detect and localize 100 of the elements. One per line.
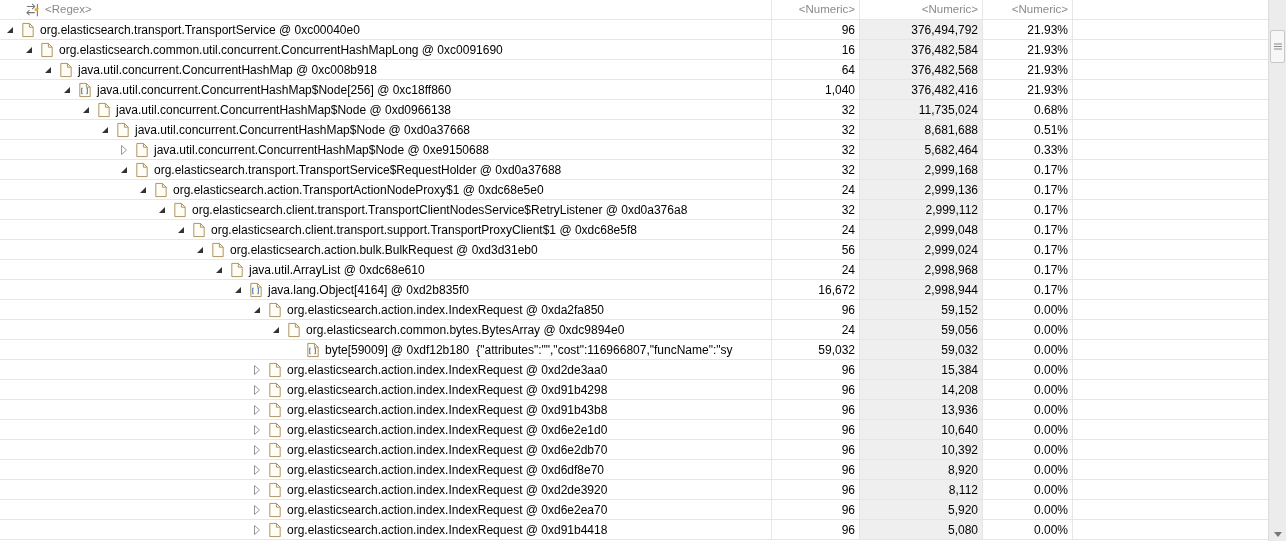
table-cell-text: 0.33% xyxy=(1033,141,1068,159)
scroll-down-icon[interactable] xyxy=(1273,532,1282,537)
object-label[interactable]: org.elasticsearch.action.index.IndexRequest @ 0xd91b4298 xyxy=(287,380,608,399)
object-label[interactable]: java.util.concurrent.ConcurrentHashMap$Node @ 0xd0a37668 xyxy=(135,120,471,139)
table-cell-text: 16,672 xyxy=(818,281,855,299)
filter-field[interactable]: <Regex> xyxy=(0,0,772,19)
table-cell-text: 15,384 xyxy=(941,361,978,379)
table-cell-text: 8,681,688 xyxy=(924,121,978,139)
table-cell-text: 32 xyxy=(841,161,855,179)
table-cell-text: 5,682,464 xyxy=(924,141,978,159)
object-label[interactable]: org.elasticsearch.client.transport.TransportClientNodesService$RetryListener @ 0xd0a376a8 xyxy=(192,200,688,219)
object-label[interactable]: org.elasticsearch.transport.TransportService$RequestHolder @ 0xd0a37688 xyxy=(154,160,562,179)
table-cell-text: 8,920 xyxy=(947,461,978,479)
table-cell-text: 0.00% xyxy=(1033,421,1068,439)
expand-toggle-icon[interactable] xyxy=(251,383,263,396)
table-cell-text: 96 xyxy=(841,21,855,39)
filter-icon xyxy=(26,1,40,18)
table-cell-text: 5,920 xyxy=(947,501,978,519)
table-cell-text: 2,998,944 xyxy=(924,281,978,299)
table-cell-text: 5,080 xyxy=(947,521,978,539)
filter-field[interactable]: <Numeric> xyxy=(860,0,983,19)
object-label[interactable]: org.elasticsearch.action.index.IndexRequest @ 0xd6e2db70 xyxy=(287,440,608,459)
table-cell-text: 0.17% xyxy=(1033,201,1068,219)
table-cell-text: 96 xyxy=(841,421,855,439)
table-cell-text: 59,032 xyxy=(941,341,978,359)
table-cell-text: 24 xyxy=(841,321,855,339)
scrollbar-thumb[interactable] xyxy=(1270,30,1285,63)
object-label[interactable]: org.elasticsearch.common.util.concurrent.ConcurrentHashMapLong @ 0xc0091690 xyxy=(59,40,503,59)
table-cell-text: 2,999,136 xyxy=(924,181,978,199)
table-cell-text: 0.00% xyxy=(1033,441,1068,459)
table-cell-text: 32 xyxy=(841,121,855,139)
table-cell-text: 10,640 xyxy=(941,421,978,439)
table-cell-text: 59,152 xyxy=(941,301,978,319)
object-label[interactable]: java.util.concurrent.ConcurrentHashMap$Node @ 0xd0966138 xyxy=(116,100,452,119)
expand-toggle-icon[interactable] xyxy=(251,403,263,416)
filter-field[interactable]: <Numeric> xyxy=(983,0,1073,19)
table-cell-text: 32 xyxy=(841,141,855,159)
table-cell-text: 376,482,584 xyxy=(911,41,978,59)
table-cell-text: 0.17% xyxy=(1033,161,1068,179)
table-cell-text: 21.93% xyxy=(1027,41,1068,59)
expand-toggle-icon[interactable] xyxy=(251,363,263,376)
object-label[interactable]: org.elasticsearch.action.index.IndexRequest @ 0xd6e2e1d0 xyxy=(287,420,608,439)
table-cell-text: 0.00% xyxy=(1033,481,1068,499)
table-cell-text: 0.17% xyxy=(1033,281,1068,299)
expand-toggle-icon[interactable] xyxy=(251,483,263,496)
object-label[interactable]: java.util.concurrent.ConcurrentHashMap @ 0xc008b918 xyxy=(78,60,377,79)
object-label[interactable]: org.elasticsearch.common.bytes.BytesArray @ 0xdc9894e0 xyxy=(306,320,625,339)
table-cell-text: 59,056 xyxy=(941,321,978,339)
expand-toggle-icon[interactable] xyxy=(251,423,263,436)
object-label[interactable]: java.util.concurrent.ConcurrentHashMap$Node @ 0xe9150688 xyxy=(154,140,490,159)
expand-toggle-icon[interactable] xyxy=(251,463,263,476)
expand-toggle-icon[interactable] xyxy=(251,503,263,516)
object-label[interactable]: java.lang.Object[4164] @ 0xd2b835f0 xyxy=(268,280,469,299)
table-cell-text: 0.17% xyxy=(1033,181,1068,199)
table-cell-text: 0.00% xyxy=(1033,501,1068,519)
table-cell-text: 32 xyxy=(841,101,855,119)
table-cell-text: 59,032 xyxy=(818,341,855,359)
table-cell-text: 0.00% xyxy=(1033,341,1068,359)
table-cell-text: 24 xyxy=(841,261,855,279)
table-cell-text: 376,482,416 xyxy=(911,81,978,99)
object-label[interactable]: org.elasticsearch.action.bulk.BulkRequest @ 0xd3d31eb0 xyxy=(230,240,538,259)
object-label[interactable]: java.util.concurrent.ConcurrentHashMap$Node[256] @ 0xc18ff860 xyxy=(97,80,452,99)
filter-field[interactable]: <Numeric> xyxy=(772,0,860,19)
object-label[interactable]: org.elasticsearch.action.index.IndexRequest @ 0xd2de3920 xyxy=(287,480,608,499)
object-label[interactable]: org.elasticsearch.action.index.IndexRequest @ 0xd2de3aa0 xyxy=(287,360,608,379)
table-cell-text: 2,998,968 xyxy=(924,261,978,279)
table-cell-text: 56 xyxy=(841,241,855,259)
table-cell-text: 96 xyxy=(841,441,855,459)
object-label[interactable]: java.util.ArrayList @ 0xdc68e610 xyxy=(249,260,425,279)
object-label[interactable]: org.elasticsearch.action.TransportActionNodeProxy$1 @ 0xdc68e5e0 xyxy=(173,180,544,199)
table-cell-text: 0.00% xyxy=(1033,401,1068,419)
object-label[interactable]: org.elasticsearch.client.transport.support.TransportProxyClient$1 @ 0xdc68e5f8 xyxy=(211,220,637,239)
table-cell-text: 11,735,024 xyxy=(918,101,978,119)
object-label[interactable]: org.elasticsearch.action.index.IndexRequest @ 0xda2fa850 xyxy=(287,300,605,319)
table-cell-text: 64 xyxy=(841,61,855,79)
expand-toggle-icon[interactable] xyxy=(251,523,263,536)
table-cell-text: 24 xyxy=(841,181,855,199)
table-cell-text: 2,999,048 xyxy=(924,221,978,239)
table-cell-text: 0.68% xyxy=(1033,101,1068,119)
expand-toggle-icon[interactable] xyxy=(118,143,130,156)
table-cell-text: 0.00% xyxy=(1033,321,1068,339)
table-cell-text: 96 xyxy=(841,381,855,399)
object-label[interactable]: org.elasticsearch.action.index.IndexRequest @ 0xd6df8e70 xyxy=(287,460,605,479)
object-label[interactable]: org.elasticsearch.action.index.IndexRequest @ 0xd91b4418 xyxy=(287,520,608,539)
table-cell-text: 0.00% xyxy=(1033,521,1068,539)
table-cell-text: 21.93% xyxy=(1027,21,1068,39)
table-cell-text: 14,208 xyxy=(941,381,978,399)
object-label[interactable]: org.elasticsearch.transport.TransportService @ 0xc00040e0 xyxy=(40,20,360,39)
table-cell-text: 96 xyxy=(841,521,855,539)
table-cell-text: 10,392 xyxy=(941,441,978,459)
table-cell-text: 8,112 xyxy=(948,481,978,499)
expand-toggle-icon[interactable] xyxy=(251,443,263,456)
object-label[interactable]: org.elasticsearch.action.index.IndexRequest @ 0xd6e2ea70 xyxy=(287,500,608,519)
table-cell-text: 32 xyxy=(841,201,855,219)
table-cell-text: 0.00% xyxy=(1033,381,1068,399)
table-cell-text: 2,999,168 xyxy=(924,161,978,179)
object-label[interactable]: org.elasticsearch.action.index.IndexRequest @ 0xd91b43b8 xyxy=(287,400,608,419)
value-preview: {"attributes":"","cost":116966807,"funcName":"sy xyxy=(476,341,733,359)
object-label[interactable]: byte[59009] @ 0xdf12b180 xyxy=(325,340,470,359)
table-cell-text: 0.00% xyxy=(1033,461,1068,479)
